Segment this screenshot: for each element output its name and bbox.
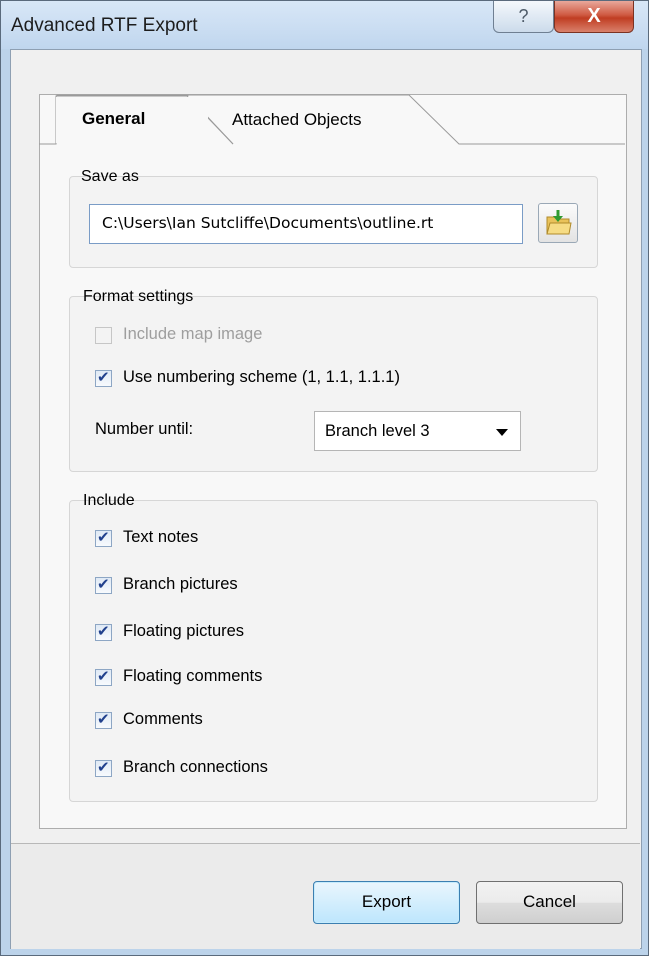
comments-label: Comments — [123, 710, 203, 728]
close-icon: X — [587, 5, 601, 27]
floating-pictures-label: Floating pictures — [123, 622, 245, 640]
floating-comments-label: Floating comments — [123, 667, 263, 685]
window-title: Advanced RTF Export — [11, 15, 198, 36]
include-map-image-label: Include map image — [123, 325, 263, 343]
close-button[interactable]: X — [554, 1, 634, 33]
text-notes-checkbox[interactable] — [95, 528, 112, 547]
save-path-value: C:\Users\Ian Sutcliffe\Documents\outline… — [102, 214, 434, 232]
chevron-down-icon — [496, 429, 508, 436]
tab-attached-objects[interactable]: Attached Objects — [206, 97, 466, 143]
save-as-group-label: Save as — [81, 168, 139, 185]
text-notes-label: Text notes — [123, 528, 199, 546]
format-settings-group-label: Format settings — [83, 288, 194, 305]
title-bar[interactable]: Advanced RTF Export ? X — [1, 1, 648, 49]
help-button[interactable]: ? — [493, 1, 554, 33]
tab-attached-objects-label: Attached Objects — [232, 110, 362, 129]
comments-checkbox[interactable] — [95, 710, 112, 729]
browse-button[interactable] — [538, 203, 578, 243]
branch-connections-checkbox[interactable] — [95, 758, 112, 777]
branch-pictures-label: Branch pictures — [123, 575, 238, 593]
use-numbering-label: Use numbering scheme (1, 1.1, 1.1.1) — [123, 368, 400, 386]
branch-connections-label: Branch connections — [123, 758, 268, 776]
use-numbering-checkbox[interactable] — [95, 368, 112, 387]
help-icon: ? — [518, 6, 529, 26]
tab-general-label: General — [82, 109, 146, 128]
include-map-image-checkbox[interactable] — [95, 327, 112, 344]
export-button[interactable]: Export — [313, 881, 460, 924]
floating-comments-checkbox[interactable] — [95, 667, 112, 686]
number-until-label: Number until: — [95, 420, 194, 438]
cancel-button[interactable]: Cancel — [476, 881, 623, 924]
folder-open-icon — [546, 210, 572, 235]
floating-pictures-checkbox[interactable] — [95, 622, 112, 641]
include-group-label: Include — [83, 492, 135, 509]
tab-general[interactable]: General — [56, 97, 208, 143]
number-until-dropdown[interactable]: Branch level 3 — [314, 411, 521, 451]
branch-pictures-checkbox[interactable] — [95, 575, 112, 594]
dialog-window: Advanced RTF Export ? X General Attached… — [0, 0, 649, 956]
save-path-input[interactable]: C:\Users\Ian Sutcliffe\Documents\outline… — [89, 204, 523, 244]
number-until-value: Branch level 3 — [325, 422, 430, 440]
